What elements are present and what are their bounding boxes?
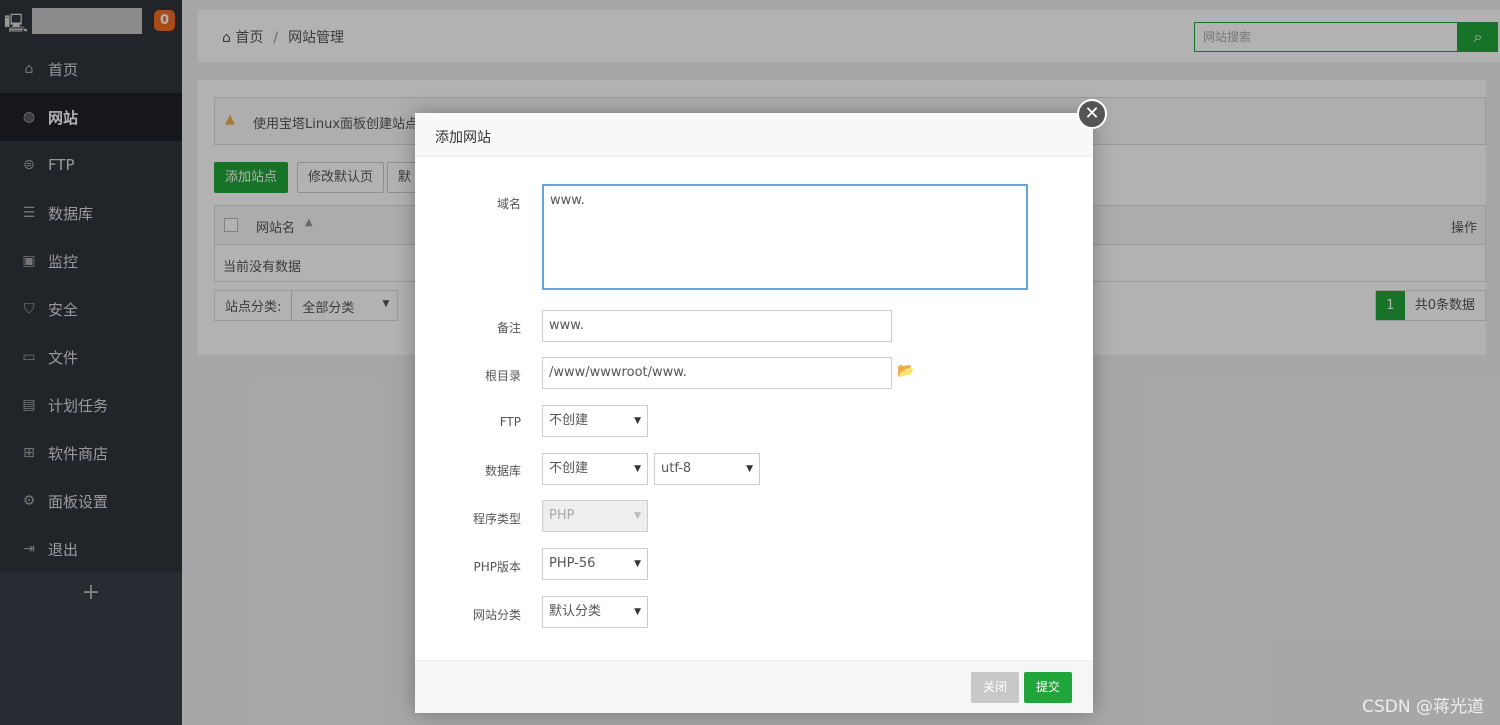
chevron-down-icon: ▼ <box>634 559 641 569</box>
domain-textarea[interactable]: www. <box>542 184 1028 290</box>
domain-label: 域名 <box>496 197 521 211</box>
ftp-label: FTP <box>499 415 521 429</box>
root-dir-label: 根目录 <box>484 369 521 383</box>
ftp-select[interactable]: 不创建 ▼ <box>542 405 648 437</box>
php-version-select[interactable]: PHP-56 ▼ <box>542 548 648 580</box>
submit-button[interactable]: 提交 <box>1024 672 1072 703</box>
dialog-title: 添加网站 <box>415 113 1093 157</box>
folder-open-icon[interactable]: 📂 <box>897 363 914 379</box>
chevron-down-icon: ▼ <box>634 607 641 617</box>
watermark: CSDN @蒋光道 <box>1362 697 1484 717</box>
note-input[interactable]: www. <box>542 310 892 342</box>
dialog-footer: 关闭 提交 <box>415 660 1093 713</box>
program-type-value: PHP <box>549 508 575 523</box>
site-category-label: 网站分类 <box>472 608 521 622</box>
note-label: 备注 <box>496 321 521 335</box>
database-select[interactable]: 不创建 ▼ <box>542 453 648 485</box>
charset-select[interactable]: utf-8 ▼ <box>654 453 760 485</box>
chevron-down-icon: ▼ <box>634 464 641 474</box>
php-version-label: PHP版本 <box>473 560 522 574</box>
add-website-dialog: 添加网站 ✕ 域名 www. 备注 www. 根目录 /www/wwwroot/… <box>415 99 1107 713</box>
program-type-label: 程序类型 <box>472 512 521 526</box>
close-button[interactable]: 关闭 <box>971 672 1019 703</box>
site-category-value: 默认分类 <box>549 604 602 619</box>
chevron-down-icon: ▼ <box>634 416 641 426</box>
php-version-value: PHP-56 <box>549 556 596 571</box>
close-icon[interactable]: ✕ <box>1077 99 1107 129</box>
program-type-select: PHP ▼ <box>542 500 648 532</box>
site-category-select[interactable]: 默认分类 ▼ <box>542 596 648 628</box>
ftp-select-value: 不创建 <box>549 413 589 428</box>
database-label: 数据库 <box>484 464 521 478</box>
root-dir-input[interactable]: /www/wwwroot/www. <box>542 357 892 389</box>
chevron-down-icon: ▼ <box>746 464 753 474</box>
chevron-down-icon: ▼ <box>634 511 641 521</box>
database-select-value: 不创建 <box>549 461 589 476</box>
charset-select-value: utf-8 <box>661 461 692 476</box>
